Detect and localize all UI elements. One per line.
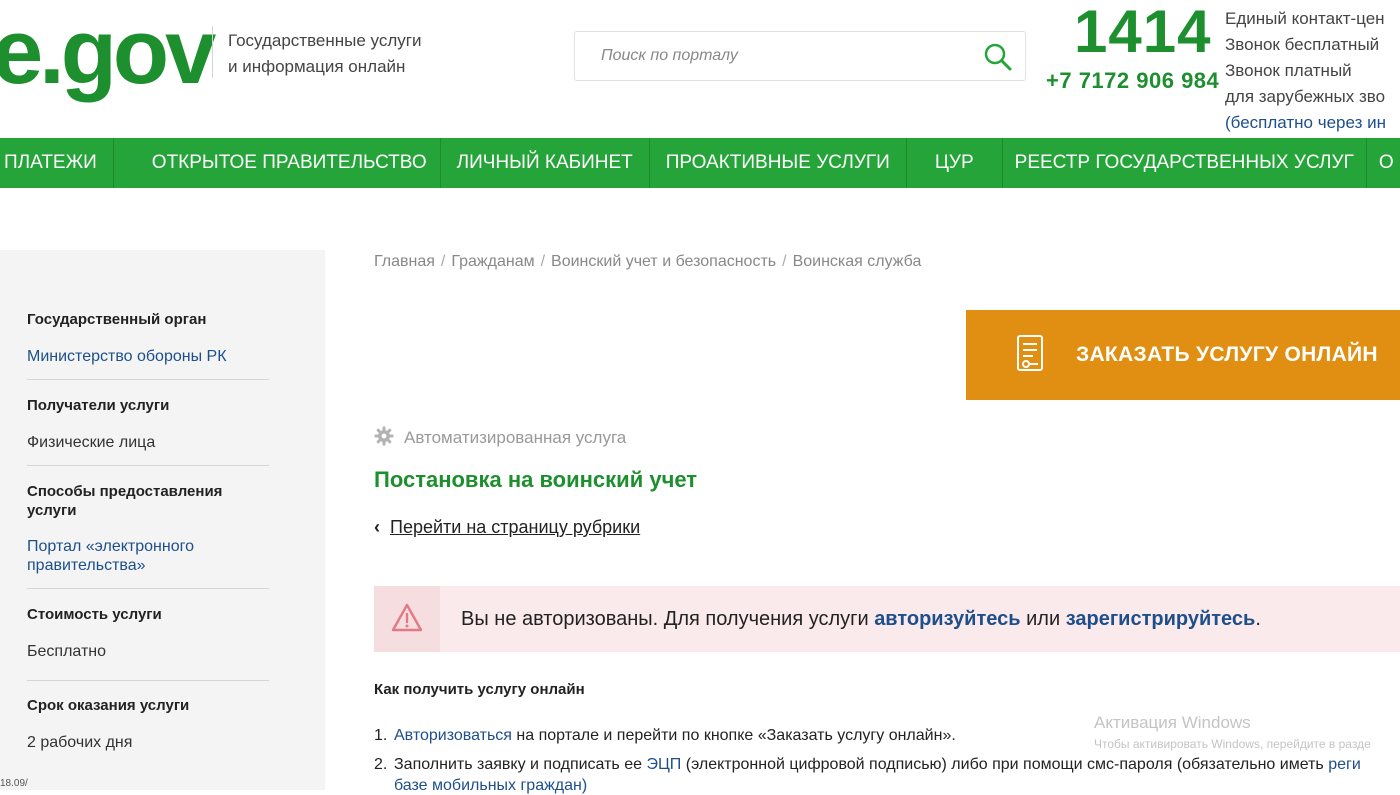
watermark-title: Активация Windows [1094, 713, 1251, 732]
step-eds-link[interactable]: ЭЦП [646, 756, 681, 773]
sidebar-recipients-title: Получатели услуги [27, 397, 170, 414]
document-icon [1017, 335, 1043, 371]
main-nav: Платежи Открытое правительство Личный ка… [0, 138, 1400, 188]
alert-text-middle: или [1020, 608, 1066, 630]
breadcrumb-separator: / [540, 253, 546, 270]
how-to-get-service-title: Как получить услугу онлайн [374, 681, 585, 698]
nav-item-tsur[interactable]: ЦУР [907, 138, 1003, 188]
order-service-online-label: ЗАКАЗАТЬ УСЛУГУ ОНЛАЙН [1076, 343, 1378, 366]
warning-icon [391, 603, 423, 632]
tagline-line-1: Государственные услуги [228, 31, 422, 50]
sidebar-delivery-link-2[interactable]: правительства» [27, 556, 269, 575]
sidebar-divider [27, 379, 269, 380]
step-number: 2. [374, 756, 388, 773]
auth-alert-message: Вы не авторизованы. Для получения услуги… [461, 608, 1261, 631]
back-to-category-label: Перейти на страницу рубрики [390, 517, 641, 537]
alert-text-before: Вы не авторизованы. Для получения услуги [461, 608, 875, 630]
sidebar-duration-title: Срок оказания услуги [27, 697, 190, 714]
nav-item-payments[interactable]: Платежи [0, 138, 114, 188]
sidebar-cost-title: Стоимость услуги [27, 606, 162, 623]
sidebar-agency-link[interactable]: Министерство обороны РК [27, 347, 269, 366]
nav-item-personal-cabinet[interactable]: Личный кабинет [441, 138, 650, 188]
sidebar-divider [27, 588, 269, 589]
service-title: Постановка на воинский учет [374, 467, 698, 492]
step-text: (электронной цифровой подписью) либо при… [681, 756, 1329, 773]
contact-line-2: Звонок бесплатный [1225, 35, 1380, 54]
order-service-online-button[interactable]: ЗАКАЗАТЬ УСЛУГУ ОНЛАЙН [966, 310, 1400, 400]
sidebar-delivery-link-1[interactable]: Портал «электронного [27, 537, 269, 556]
automated-service-row: Автоматизированная услуга [374, 426, 626, 448]
step-item: 2. Заполнить заявку и подписать ее ЭЦП (э… [374, 755, 1400, 774]
egov-logo[interactable]: e.gov [0, 2, 216, 102]
contact-line-1: Единый контакт-цен [1225, 9, 1385, 28]
sidebar-cost-value: Бесплатно [27, 643, 107, 660]
breadcrumb-military-security[interactable]: Воинский учет и безопасность [551, 253, 776, 270]
gear-icon [374, 426, 394, 446]
step-number: 1. [374, 727, 388, 744]
search-input[interactable] [575, 32, 981, 80]
sidebar-duration-value: 2 рабочих дня [27, 734, 133, 751]
sidebar-cost: Стоимость услуги Бесплатно [27, 605, 269, 661]
back-to-category-link[interactable]: ‹ Перейти на страницу рубрики [374, 517, 640, 538]
search-box [574, 31, 1026, 81]
sidebar-delivery-title-1: Способы предоставления [27, 483, 223, 500]
login-link[interactable]: авторизуйтесь [874, 608, 1020, 630]
contact-phone[interactable]: +7 7172 906 984 [1046, 68, 1219, 94]
alert-text-after: . [1255, 608, 1261, 630]
step-login-link[interactable]: Авторизоваться [394, 727, 512, 744]
chevron-left-icon: ‹ [374, 517, 380, 537]
sidebar-recipients: Получатели услуги Физические лица [27, 396, 269, 452]
register-link[interactable]: зарегистрируйтесь [1066, 608, 1256, 630]
contact-center-number[interactable]: 1414 [1074, 0, 1211, 68]
sidebar-divider [27, 680, 269, 681]
breadcrumb-home[interactable]: Главная [374, 253, 435, 270]
sidebar-recipients-value: Физические лица [27, 434, 156, 451]
automated-service-label: Автоматизированная услуга [404, 428, 627, 447]
step-text: Заполнить заявку и подписать ее [394, 756, 647, 773]
step-mobile-database-link[interactable]: базе мобильных граждан) [394, 777, 587, 795]
site-tagline: Государственные услуги и информация онла… [228, 28, 421, 80]
breadcrumb-military-service[interactable]: Воинская служба [793, 253, 922, 270]
breadcrumb: Главная / Гражданам / Воинский учет и безопа… [374, 253, 921, 271]
contact-info: Единый контакт-цен Звонок бесплатный Зво… [1225, 6, 1386, 136]
breadcrumb-separator: / [440, 253, 446, 270]
sidebar-delivery-methods: Способы предоставления услуги Портал «эл… [27, 482, 269, 575]
alert-icon-box [374, 586, 440, 652]
step-register-link[interactable]: реги [1328, 756, 1361, 773]
nav-item-open-government[interactable]: Открытое правительство [114, 138, 441, 188]
nav-item-proactive-services[interactable]: Проактивные услуги [650, 138, 907, 188]
breadcrumb-citizens[interactable]: Гражданам [451, 253, 534, 270]
auth-alert: Вы не авторизованы. Для получения услуги… [374, 586, 1400, 652]
sidebar-agency: Государственный орган Министерство оборо… [27, 310, 269, 366]
watermark-subtitle: Чтобы активировать Windows, перейдите в … [1094, 737, 1371, 751]
step-text: на портале и перейти по кнопке «Заказать… [511, 727, 956, 744]
contact-line-3: Звонок платный [1225, 61, 1352, 80]
sidebar-duration: Срок оказания услуги 2 рабочих дня [27, 696, 269, 752]
logo-divider [212, 26, 213, 78]
contact-line-5: (бесплатно через ин [1225, 113, 1386, 132]
nav-item-services-registry[interactable]: Реестр государственных услуг [1003, 138, 1367, 188]
sidebar-date-fragment: 18.09/ [0, 778, 28, 789]
tagline-line-2: и информация онлайн [228, 57, 406, 76]
contact-line-4: для зарубежных зво [1225, 87, 1386, 106]
sidebar-delivery-title-2: услуги [27, 502, 77, 519]
sidebar-divider [27, 465, 269, 466]
nav-item-about-portal[interactable]: О портале [1367, 138, 1400, 188]
breadcrumb-separator: / [782, 253, 787, 270]
windows-activation-watermark: Активация Windows Чтобы активировать Win… [1094, 713, 1371, 751]
sidebar-agency-title: Государственный орган [27, 311, 207, 328]
search-icon[interactable] [983, 42, 1013, 72]
